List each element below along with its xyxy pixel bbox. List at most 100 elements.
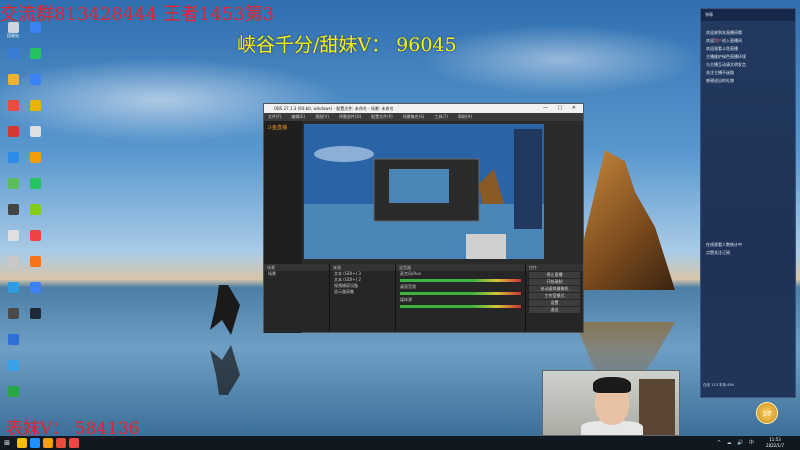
settings-button[interactable]: 设置 — [529, 300, 580, 306]
studio-mode-button[interactable]: 工作室模式 — [529, 293, 580, 299]
app15-icon — [7, 386, 19, 397]
scenes-dock-title: 场景 — [264, 264, 329, 271]
desktop-icon-app19[interactable] — [24, 100, 46, 120]
scene-item[interactable]: 场景 — [264, 271, 329, 277]
obs-window[interactable]: OBS 27.1.3 (64-bit, windows) - 配置文件: 未命名… — [263, 103, 584, 333]
app4-icon — [7, 100, 19, 111]
app21-icon — [29, 152, 41, 163]
desktop-icon-app9[interactable] — [2, 230, 24, 250]
chat-message: 与主播互动请文明发言 — [706, 62, 746, 67]
taskbar-app-icon[interactable] — [17, 438, 27, 448]
start-recording-button[interactable]: 开始录制 — [529, 279, 580, 285]
obs-preview[interactable] — [304, 124, 544, 259]
desktop-icon-app8[interactable] — [2, 204, 24, 224]
desktop-icon-app3[interactable] — [2, 74, 24, 94]
virtual-camera-button[interactable]: 启动虚拟摄像机 — [529, 286, 580, 292]
obs-menu-item[interactable]: 帮助(H) — [458, 113, 472, 121]
group-overlay-text: 交流群813428444 王者1453第3 — [0, 4, 275, 25]
chat-message: 欢迎观看斗鱼直播 — [706, 46, 738, 51]
app26-icon — [29, 282, 41, 293]
audio-meter[interactable] — [400, 305, 521, 308]
audio-meter[interactable] — [400, 292, 521, 295]
desktop-icon-app18[interactable] — [24, 74, 46, 94]
taskbar-app-icon[interactable] — [43, 438, 53, 448]
app17-icon — [29, 48, 41, 59]
webcam-shelf — [639, 379, 675, 435]
app18-icon — [29, 74, 41, 85]
audio-meter[interactable] — [400, 279, 521, 282]
desktop-icon-app10[interactable] — [2, 256, 24, 276]
sources-dock-title: 来源 — [330, 264, 395, 271]
taskbar-app-icon[interactable] — [56, 438, 66, 448]
system-tray[interactable]: ^ ☁ 🔊 中 — [717, 439, 756, 446]
app2-icon — [7, 48, 19, 59]
desktop-icon-app24[interactable] — [24, 230, 46, 250]
taskbar-clock[interactable]: 11:53 2022/1/7 — [766, 437, 784, 449]
obs-menu-item[interactable]: 文件(F) — [268, 113, 281, 121]
desktop-icon-app4[interactable] — [2, 100, 24, 120]
desktop-icon-app7[interactable] — [2, 178, 24, 198]
obs-menu-item[interactable]: 视图(V) — [315, 113, 329, 121]
desktop-icon-app27[interactable] — [24, 308, 46, 328]
chat-message: 感谢送出的礼物 — [706, 78, 734, 83]
source-item[interactable]: 显示器采集 — [330, 289, 395, 295]
obs-menu-item[interactable]: 配置文件(P) — [371, 113, 393, 121]
chat-header: 弹幕 — [701, 9, 795, 21]
desktop-icon-app23[interactable] — [24, 204, 46, 224]
app10-icon — [7, 256, 19, 267]
app24-icon — [29, 230, 41, 241]
desktop-icon-app5[interactable] — [2, 126, 24, 146]
desktop-icon-app20[interactable] — [24, 126, 46, 146]
desktop-icon-app15[interactable] — [2, 386, 24, 406]
obs-menu-item[interactable]: 停靠部件(D) — [339, 113, 361, 121]
preview-recursive-icon — [304, 124, 544, 259]
desktop-icon-app2[interactable] — [2, 48, 24, 68]
app6-icon — [7, 152, 19, 163]
app22-icon — [29, 178, 41, 189]
chat-message: 欢迎来到本直播间哦 — [706, 30, 742, 35]
desktop-icon-app14[interactable] — [2, 360, 24, 380]
desktop-icon-app13[interactable] — [2, 334, 24, 354]
clock-date: 2022/1/7 — [766, 443, 784, 448]
taskbar-apps — [14, 438, 79, 448]
controls-dock-title: 控件 — [526, 264, 583, 271]
desktop-icon-label: 回收站 — [7, 33, 19, 38]
obs-menu-item[interactable]: 工具(T) — [434, 113, 448, 121]
desktop-icon-app12[interactable] — [2, 308, 24, 328]
start-icon[interactable]: ⊞ — [0, 436, 14, 450]
mixer-dock: 混音器 麦克风/Aux 桌面音频 媒体源 — [396, 264, 526, 332]
taskbar-app-icon[interactable] — [30, 438, 40, 448]
desktop-icon-app21[interactable] — [24, 152, 46, 172]
mixer-channel: 麦克风/Aux — [400, 271, 421, 276]
desktop-icon-app25[interactable] — [24, 256, 46, 276]
app11-icon — [7, 282, 19, 293]
app5-icon — [7, 126, 19, 137]
wechat-overlay-text: 峡谷千分/甜妹V： 96045 — [237, 34, 457, 56]
desktop-icon-app17[interactable] — [24, 48, 46, 68]
app25-icon — [29, 256, 41, 267]
app20-icon — [29, 126, 41, 137]
obs-title-bar[interactable]: OBS 27.1.3 (64-bit, windows) - 配置文件: 未命名… — [264, 104, 583, 113]
desktop-icon-app11[interactable] — [2, 282, 24, 302]
controls-dock: 控件 停止直播 开始录制 启动虚拟摄像机 工作室模式 设置 退出 — [526, 264, 583, 332]
window-controls[interactable]: — ▢ ✕ — [543, 104, 580, 113]
app23-icon — [29, 204, 41, 215]
chat-message: 在线观看人数统计中 — [706, 242, 742, 247]
app27-icon — [29, 308, 41, 319]
taskbar-app-icon[interactable] — [69, 438, 79, 448]
app7-icon — [7, 178, 19, 189]
desktop-icon-app26[interactable] — [24, 282, 46, 302]
chat-panel: 弹幕 欢迎来到本直播间哦 欢迎用户进入直播间 欢迎观看斗鱼直播 主播维护绿色直播环境与… — [700, 8, 796, 398]
stop-streaming-button[interactable]: 停止直播 — [529, 272, 580, 278]
sources-dock: 来源 文本 (GDI+) 3 文本 (GDI+) 2 视频捕获设备 显示器采集 — [330, 264, 396, 332]
mixer-channel: 媒体源 — [400, 297, 412, 302]
desktop-icon-app6[interactable] — [2, 152, 24, 172]
chat-message: 点赞关注订阅 — [706, 250, 730, 255]
obs-menu-item[interactable]: 编辑(E) — [291, 113, 305, 121]
obs-docks: 场景 场景 来源 文本 (GDI+) 3 文本 (GDI+) 2 视频捕获设备 … — [264, 264, 583, 332]
obs-menu-item[interactable]: 场景集合(S) — [403, 113, 425, 121]
chat-message: 欢迎用户进入直播间 — [706, 38, 742, 43]
desktop-icon-app22[interactable] — [24, 178, 46, 198]
taskbar: ⊞ ^ ☁ 🔊 中 11:53 2022/1/7 — [0, 436, 800, 450]
exit-button[interactable]: 退出 — [529, 307, 580, 313]
